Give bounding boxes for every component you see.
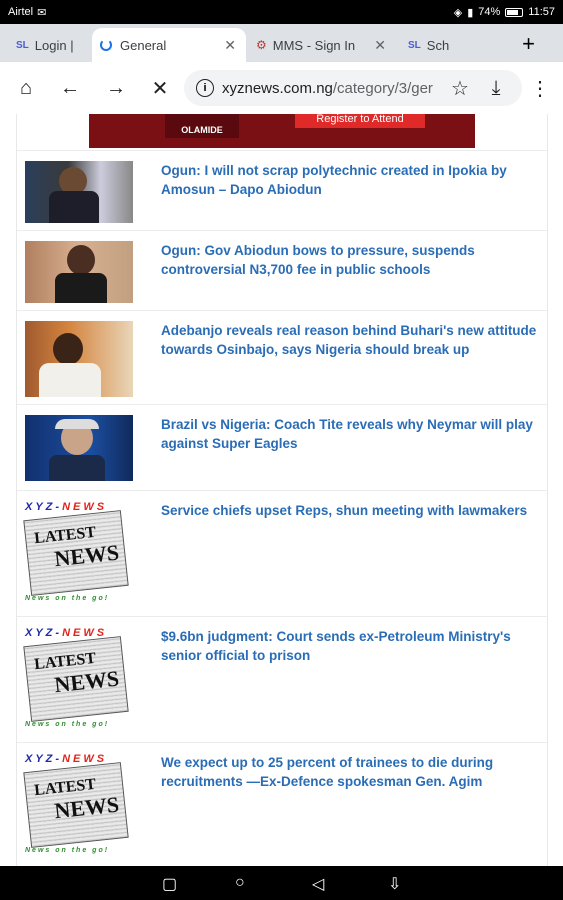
article-headline[interactable]: Brazil vs Nigeria: Coach Tite reveals wh… xyxy=(161,415,541,453)
tab-label: Login | xyxy=(34,37,74,53)
logo-tagline: News on the go! xyxy=(25,595,110,602)
article-thumbnail[interactable] xyxy=(25,321,133,397)
home-icon[interactable]: ⌂ xyxy=(14,76,38,100)
back-icon[interactable]: ← xyxy=(58,76,82,100)
latest-news-graphic: LATEST NEWS xyxy=(23,636,129,722)
list-item[interactable]: Ogun: I will not scrap polytechnic creat… xyxy=(17,150,547,230)
article-headline[interactable]: Ogun: I will not scrap polytechnic creat… xyxy=(161,161,541,199)
article-headline[interactable]: Ogun: Gov Abiodun bows to pressure, susp… xyxy=(161,241,541,279)
article-headline[interactable]: Service chiefs upset Reps, shun meeting … xyxy=(161,501,541,520)
tab-label: MMS - Sign In xyxy=(272,37,356,53)
banner-left-label: OLAMIDE xyxy=(165,114,239,138)
ad-banner[interactable]: OLAMIDE Register to Attend xyxy=(89,114,475,148)
page-content: OLAMIDE Register to Attend Ogun: I will … xyxy=(16,114,548,866)
home-circle-icon[interactable]: ○ xyxy=(235,874,245,892)
download-icon[interactable]: ⤓ xyxy=(484,76,508,100)
banner-cta: Register to Attend xyxy=(295,114,425,128)
url-domain: xyznews.com.ng xyxy=(222,79,333,97)
system-nav-bar: ▢ ○ ◁ ⇩ xyxy=(0,866,563,900)
recents-icon[interactable]: ▢ xyxy=(162,874,177,894)
tab-login[interactable]: SL Login | xyxy=(8,28,92,62)
article-headline[interactable]: Adebanjo reveals real reason behind Buha… xyxy=(161,321,541,359)
bookmark-star-icon[interactable]: ☆ xyxy=(448,76,472,100)
battery-percent: 74% xyxy=(478,6,501,18)
site-favicon-icon: SL xyxy=(16,39,29,51)
status-bar: Airtel ✉ ◈ ▮ 74% 11:57 xyxy=(0,0,563,24)
news-text: NEWS xyxy=(53,791,121,824)
latest-news-graphic: LATEST NEWS xyxy=(23,510,129,596)
signal-icon: ▮ xyxy=(467,6,474,19)
site-favicon-icon: ⚙ xyxy=(256,38,267,52)
list-item[interactable]: XYZ- NEWS LATEST NEWS News on the go! Ser… xyxy=(17,490,547,616)
carrier-label: Airtel xyxy=(8,6,34,18)
tab-sch[interactable]: SL Sch xyxy=(400,28,470,62)
forward-icon[interactable]: → xyxy=(104,76,128,100)
stop-icon[interactable]: ✕ xyxy=(148,76,172,100)
clock: 11:57 xyxy=(528,6,555,18)
new-tab-icon[interactable]: + xyxy=(522,31,535,57)
logo-part1: XYZ- xyxy=(25,627,63,639)
url-path: /category/3/ger xyxy=(332,79,433,97)
tab-strip: SL Login | General ✕ ⚙ MMS - Sign In ✕ S… xyxy=(0,24,563,62)
tab-label: Sch xyxy=(426,37,450,53)
news-text: NEWS xyxy=(53,665,121,698)
close-tab-icon[interactable]: ✕ xyxy=(374,37,386,54)
close-tab-icon[interactable]: ✕ xyxy=(224,37,236,54)
tab-label: General xyxy=(120,37,167,53)
site-favicon-icon: SL xyxy=(408,39,421,51)
tab-mms[interactable]: ⚙ MMS - Sign In ✕ xyxy=(248,28,396,62)
loading-spinner-icon xyxy=(100,39,112,51)
site-info-icon[interactable]: i xyxy=(196,79,214,97)
notification-pull-icon[interactable]: ⇩ xyxy=(388,874,401,894)
article-headline[interactable]: $9.6bn judgment: Court sends ex-Petroleu… xyxy=(161,627,541,665)
back-triangle-icon[interactable]: ◁ xyxy=(312,874,324,894)
logo-tagline: News on the go! xyxy=(25,847,110,854)
battery-icon xyxy=(505,7,524,17)
url-text[interactable]: xyznews.com.ng/category/3/ger xyxy=(222,80,442,97)
latest-news-graphic: LATEST NEWS xyxy=(23,762,129,848)
menu-icon[interactable]: ⋮ xyxy=(528,76,552,100)
logo-part1: XYZ- xyxy=(25,753,63,765)
list-item[interactable]: Brazil vs Nigeria: Coach Tite reveals wh… xyxy=(17,404,547,490)
wifi-icon: ◈ xyxy=(453,6,463,19)
browser-toolbar: ⌂ ← → ✕ i xyznews.com.ng/category/3/ger … xyxy=(0,62,563,114)
article-headline[interactable]: We expect up to 25 percent of trainees t… xyxy=(161,753,541,791)
xyz-news-logo[interactable]: XYZ- NEWS LATEST NEWS News on the go! xyxy=(23,501,133,602)
mail-icon: ✉ xyxy=(37,6,47,19)
news-text: NEWS xyxy=(53,539,121,572)
list-item[interactable]: XYZ- NEWS LATEST NEWS News on the go! $9.… xyxy=(17,616,547,742)
article-thumbnail[interactable] xyxy=(25,161,133,223)
logo-part1: XYZ- xyxy=(25,501,63,513)
list-item[interactable]: XYZ- NEWS LATEST NEWS News on the go! We … xyxy=(17,742,547,866)
list-item[interactable]: Adebanjo reveals real reason behind Buha… xyxy=(17,310,547,404)
article-thumbnail[interactable] xyxy=(25,415,133,481)
logo-tagline: News on the go! xyxy=(25,721,110,728)
list-item[interactable]: Ogun: Gov Abiodun bows to pressure, susp… xyxy=(17,230,547,310)
article-thumbnail[interactable] xyxy=(25,241,133,303)
xyz-news-logo[interactable]: XYZ- NEWS LATEST NEWS News on the go! xyxy=(23,627,133,728)
tab-general[interactable]: General ✕ xyxy=(92,28,246,62)
xyz-news-logo[interactable]: XYZ- NEWS LATEST NEWS News on the go! xyxy=(23,753,133,854)
